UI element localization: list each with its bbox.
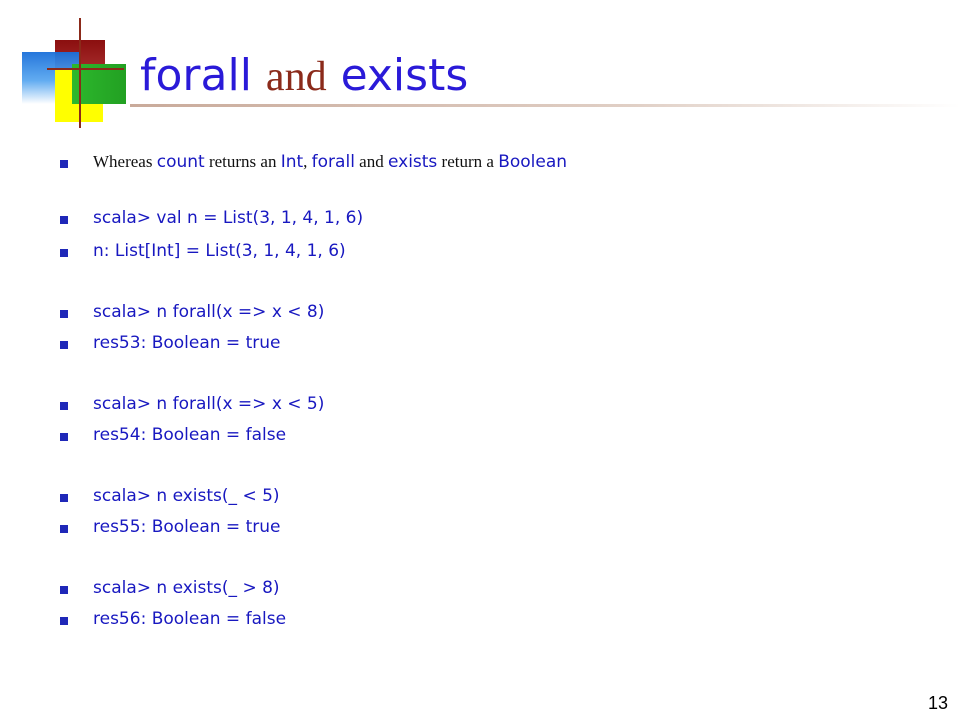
title-forall: forall bbox=[140, 50, 252, 101]
horizontal-line bbox=[47, 68, 124, 70]
code-line: scala> n exists(_ < 5) bbox=[93, 486, 280, 506]
code-line: n: List[Int] = List(3, 1, 4, 1, 6) bbox=[93, 241, 346, 261]
bullet-square bbox=[60, 216, 68, 224]
bullet-square bbox=[60, 160, 68, 168]
code-line: res53: Boolean = true bbox=[93, 333, 281, 353]
intro-text: Whereas count returns an Int, forall and… bbox=[93, 152, 567, 172]
bullet-square bbox=[60, 617, 68, 625]
page-number: 13 bbox=[927, 693, 948, 713]
code-line: scala> n forall(x => x < 5) bbox=[93, 394, 325, 414]
title-exists: exists bbox=[340, 50, 469, 101]
code-line: res54: Boolean = false bbox=[93, 425, 287, 445]
intro-code: forall bbox=[311, 152, 355, 172]
intro-word: and bbox=[354, 152, 388, 171]
bullet-square bbox=[60, 525, 68, 533]
intro-code: Boolean bbox=[498, 152, 568, 172]
intro-word: Whereas bbox=[93, 152, 157, 171]
intro-word: , bbox=[303, 152, 312, 171]
code-line: res56: Boolean = false bbox=[93, 609, 287, 629]
bullet-square bbox=[60, 402, 68, 410]
vertical-line bbox=[79, 18, 81, 128]
bullet-square bbox=[60, 433, 68, 441]
intro-code: exists bbox=[387, 152, 438, 172]
title-and: and bbox=[265, 54, 327, 100]
code-line: res55: Boolean = true bbox=[93, 517, 281, 537]
code-line: scala> n exists(_ > 8) bbox=[93, 578, 280, 598]
slide-title: forall and exists bbox=[140, 46, 468, 107]
intro-word: returns an bbox=[204, 152, 281, 171]
bullet-square bbox=[60, 249, 68, 257]
code-line: scala> n forall(x => x < 8) bbox=[93, 302, 325, 322]
title-underline bbox=[130, 104, 960, 107]
intro-code: Int bbox=[280, 152, 304, 172]
bullet-square bbox=[60, 586, 68, 594]
bullet-square bbox=[60, 310, 68, 318]
intro-code: count bbox=[156, 152, 205, 172]
intro-word: return a bbox=[437, 152, 499, 171]
code-line: scala> val n = List(3, 1, 4, 1, 6) bbox=[93, 208, 364, 228]
bullet-square bbox=[60, 341, 68, 349]
bullet-square bbox=[60, 494, 68, 502]
slide: forall and exists Whereas count returns … bbox=[0, 0, 960, 720]
decorative-logo bbox=[0, 0, 140, 140]
